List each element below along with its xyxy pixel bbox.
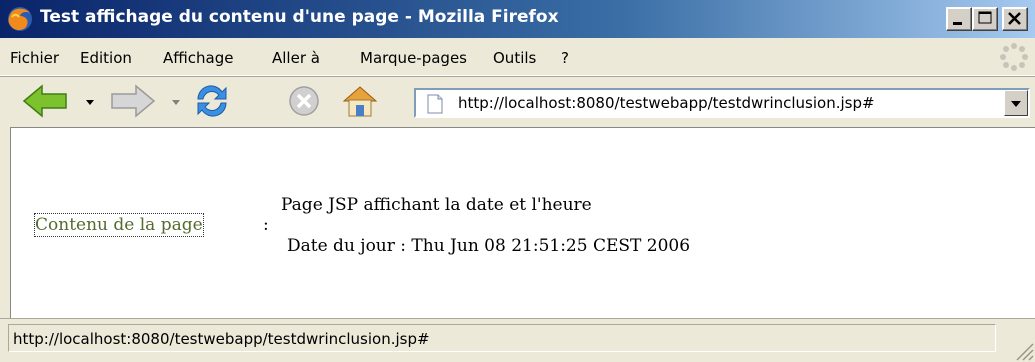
title-bar[interactable]: Test affichage du contenu d'une page - M…: [0, 0, 1035, 38]
back-history-dropdown-icon[interactable]: [84, 83, 96, 119]
menu-affichage[interactable]: Affichage: [163, 49, 233, 67]
browser-window: Test affichage du contenu d'une page - M…: [0, 0, 1035, 362]
menu-aller-a[interactable]: Aller à: [272, 49, 320, 67]
navigation-toolbar: http://localhost:8080/testwebapp/testdwr…: [0, 76, 1035, 127]
throbber-icon: [1000, 43, 1028, 71]
menu-bar: Fichier Edition Affichage Aller à Marque…: [0, 39, 1035, 76]
minimize-button[interactable]: [946, 7, 972, 31]
url-dropdown-button[interactable]: [1004, 90, 1028, 116]
date-label: Date du jour :: [287, 236, 407, 256]
date-line: Date du jour : Thu Jun 08 21:51:25 CEST …: [287, 236, 690, 256]
reload-icon[interactable]: [192, 83, 232, 119]
menu-marque-pages[interactable]: Marque-pages: [360, 49, 467, 67]
chevron-down-icon: [1011, 101, 1021, 107]
date-value: Thu Jun 08 21:51:25 CEST 2006: [411, 236, 691, 256]
status-text: http://localhost:8080/testwebapp/testdwr…: [13, 330, 430, 348]
menu-outils[interactable]: Outils: [493, 49, 536, 67]
back-icon[interactable]: [22, 83, 70, 119]
resize-grip-icon[interactable]: [1013, 340, 1035, 362]
forward-icon[interactable]: [108, 83, 156, 119]
forward-history-dropdown-icon[interactable]: [170, 83, 182, 119]
firefox-icon: [8, 7, 32, 31]
close-button[interactable]: [1002, 7, 1028, 31]
url-text[interactable]: http://localhost:8080/testwebapp/testdwr…: [458, 94, 875, 112]
page-content: Contenu de la page : Page JSP affichant …: [10, 127, 1035, 318]
menu-help[interactable]: ?: [561, 49, 569, 67]
menu-fichier[interactable]: Fichier: [10, 49, 59, 67]
maximize-button[interactable]: [972, 7, 998, 31]
page-icon: [427, 94, 443, 114]
window-title: Test affichage du contenu d'une page - M…: [40, 7, 559, 27]
stop-icon[interactable]: [286, 83, 322, 119]
menu-edition[interactable]: Edition: [80, 49, 132, 67]
status-bar: http://localhost:8080/testwebapp/testdwr…: [0, 318, 1035, 362]
jsp-title: Page JSP affichant la date et l'heure: [281, 195, 592, 215]
status-panel: http://localhost:8080/testwebapp/testdwr…: [8, 324, 996, 352]
home-icon[interactable]: [340, 83, 380, 119]
link-colon: :: [263, 215, 269, 235]
content-link[interactable]: Contenu de la page: [34, 213, 204, 237]
url-bar[interactable]: http://localhost:8080/testwebapp/testdwr…: [414, 88, 1030, 118]
